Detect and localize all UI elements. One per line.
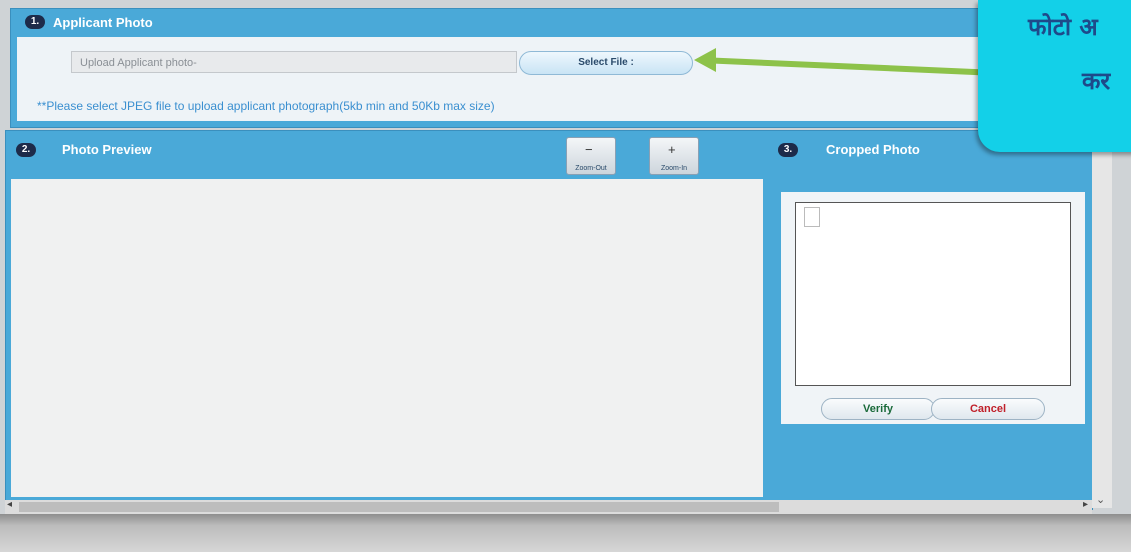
upload-photo-input[interactable]: Upload Applicant photo-: [71, 51, 517, 73]
photo-preview-area[interactable]: [11, 179, 763, 497]
photo-upload-window: 1. Applicant Photo Upload Applicant phot…: [0, 0, 1131, 552]
step-badge-1: 1.: [25, 15, 45, 29]
scroll-right-arrow-icon[interactable]: ▸: [1083, 499, 1088, 510]
horizontal-scroll-thumb[interactable]: [19, 502, 779, 512]
cropped-photo-canvas: [795, 202, 1071, 386]
horizontal-scrollbar[interactable]: ◂ ▸: [5, 499, 1092, 514]
bottom-strip: [0, 514, 1131, 552]
select-file-button[interactable]: Select File :: [519, 51, 693, 75]
cancel-button[interactable]: Cancel: [931, 398, 1045, 420]
zoom-out-label: Zoom-Out: [575, 165, 607, 172]
instruction-callout: फोटो अ कर: [978, 0, 1131, 152]
photo-preview-title: Photo Preview: [62, 142, 152, 157]
zoom-in-button[interactable]: + Zoom-In: [649, 137, 699, 175]
cropped-photo-title: Cropped Photo: [826, 142, 920, 157]
callout-line-1: फोटो अ: [1028, 13, 1098, 41]
annotation-arrow-head: [694, 48, 716, 72]
upload-row: Upload Applicant photo- Select File : **…: [17, 37, 1089, 121]
zoom-in-icon: +: [668, 142, 676, 157]
preview-panel: 2. Photo Preview − Zoom-Out + Zoom-In 3.…: [5, 130, 1093, 510]
step-badge-2: 2.: [16, 143, 36, 157]
applicant-photo-title: Applicant Photo: [53, 15, 153, 30]
verify-button[interactable]: Verify: [821, 398, 935, 420]
zoom-out-icon: −: [585, 142, 593, 157]
upload-hint-text: **Please select JPEG file to upload appl…: [37, 99, 495, 113]
step-badge-3: 3.: [778, 143, 798, 157]
callout-line-2: कर: [1082, 67, 1111, 95]
zoom-out-button[interactable]: − Zoom-Out: [566, 137, 616, 175]
cropped-photo-box: Verify Cancel: [781, 192, 1085, 424]
zoom-in-label: Zoom-In: [660, 165, 688, 172]
scroll-down-arrow-icon[interactable]: ⌄: [1096, 493, 1105, 506]
scroll-left-arrow-icon[interactable]: ◂: [7, 499, 12, 510]
vertical-scrollbar[interactable]: ⌄: [1092, 130, 1112, 508]
crop-selection-handle[interactable]: [804, 207, 820, 227]
